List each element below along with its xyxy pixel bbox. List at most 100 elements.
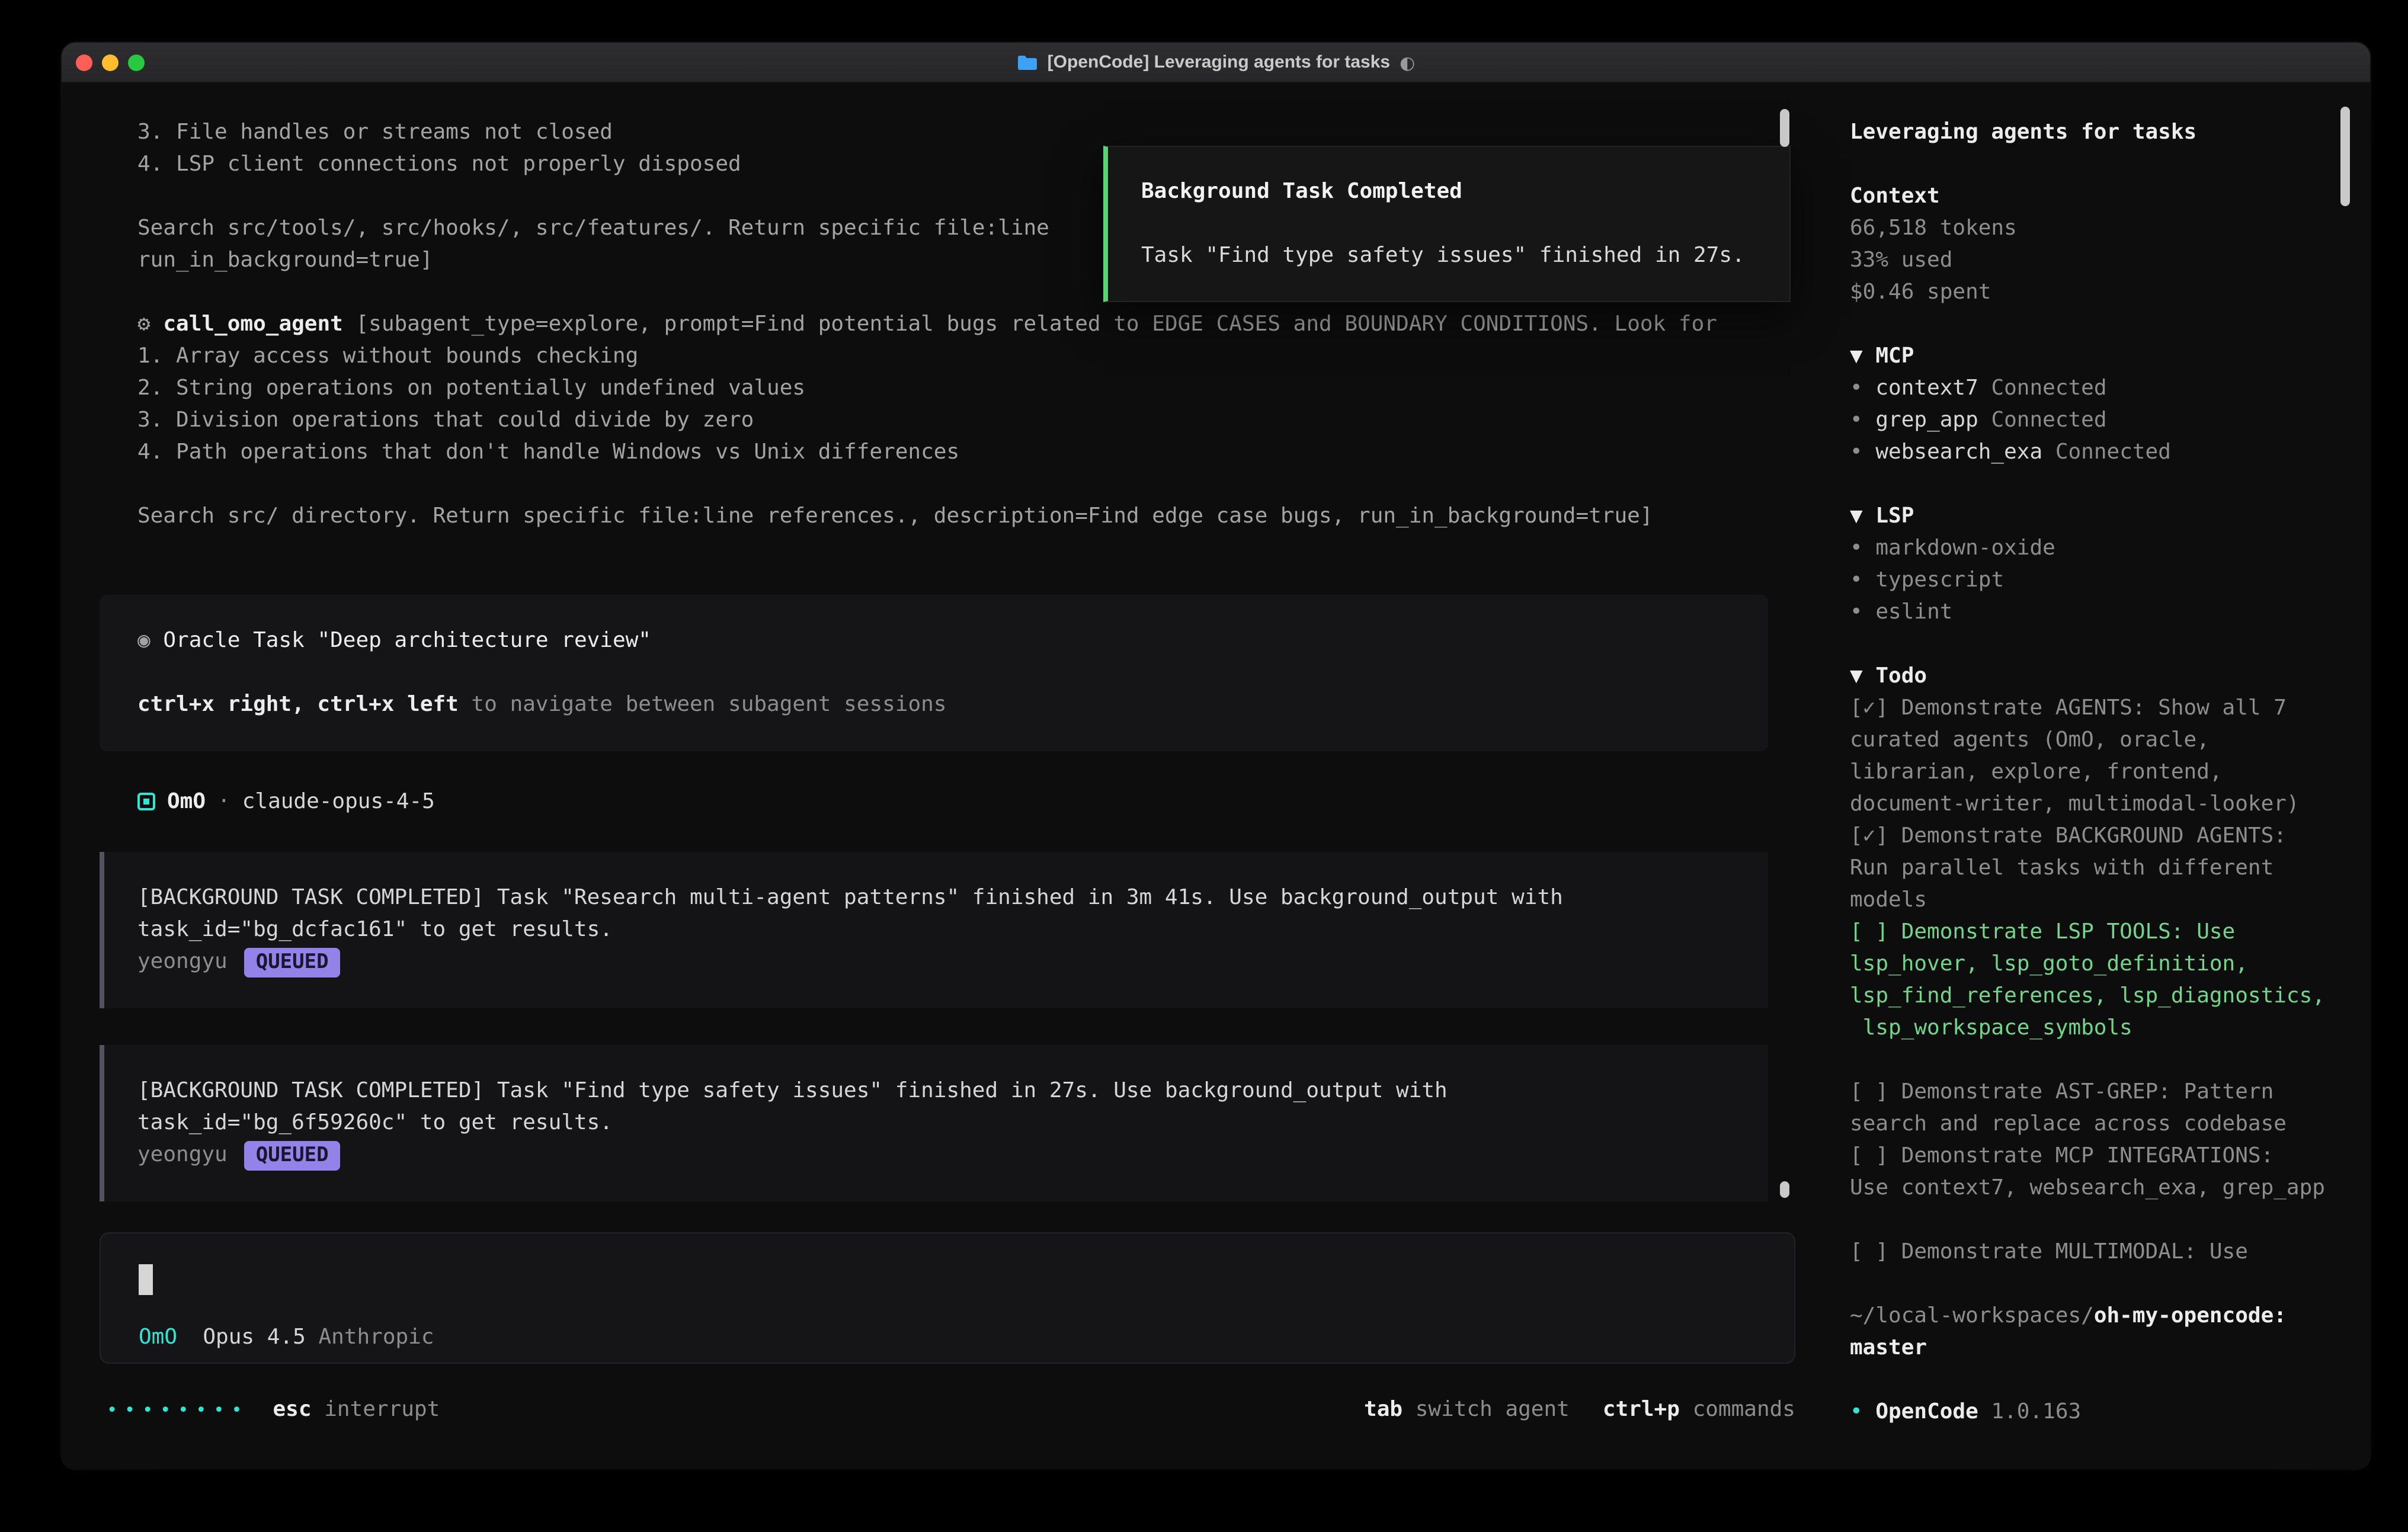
oracle-hint-text: to navigate between subagent sessions xyxy=(459,692,947,717)
background-task-toast: Background Task Completed Task "Find typ… xyxy=(1103,146,1791,302)
terminal-window: [OpenCode] Leveraging agents for tasks ◐… xyxy=(62,43,2370,1469)
scrollback-line: 3. File handles or streams not closed xyxy=(137,116,1717,148)
tool-args: [subagent_type=explore, prompt=Find pote… xyxy=(343,312,1717,336)
input-provider-name: Anthropic xyxy=(306,1325,434,1350)
blank-line xyxy=(1850,148,2348,180)
lsp-name: eslint xyxy=(1875,600,1952,624)
mcp-name: websearch_exa xyxy=(1875,440,2042,464)
todo-done-line: [✓] Demonstrate AGENTS: Show all 7 xyxy=(1850,692,2348,724)
oracle-hint: ctrl+x right, ctrl+x left to navigate be… xyxy=(137,688,1730,720)
mcp-status: Connected xyxy=(1978,408,2107,432)
todo-done-line: Run parallel tasks with different xyxy=(1850,852,2348,884)
bullet-icon: • xyxy=(1850,536,1875,560)
tool-arg-line: Search src/ directory. Return specific f… xyxy=(137,500,1717,532)
collapse-arrow-icon: ▼ xyxy=(1850,664,1875,688)
sidebar-title: Leveraging agents for tasks xyxy=(1850,116,2348,148)
message-line: task_id="bg_dcfac161" to get results. xyxy=(137,914,1735,946)
oracle-hint-keys: ctrl+x right, ctrl+x left xyxy=(137,692,459,717)
bullet-icon: • xyxy=(1850,1399,1875,1424)
status-right: tab switch agentctrl+p commands xyxy=(1364,1393,1795,1425)
context-tokens: 66,518 tokens xyxy=(1850,212,2348,244)
tab-key-label: switch agent xyxy=(1402,1397,1570,1422)
queued-badge: QUEUED xyxy=(244,948,341,977)
todo-pending-line: search and replace across codebase xyxy=(1850,1108,2348,1140)
status-bar: ••••••••esc interrupt tab switch agentct… xyxy=(107,1393,1795,1425)
tab-key-hint: tab xyxy=(1364,1397,1402,1422)
message-line: [BACKGROUND TASK COMPLETED] Task "Resear… xyxy=(137,882,1735,914)
window-title: [OpenCode] Leveraging agents for tasks ◐ xyxy=(1017,52,1416,73)
blank-line xyxy=(1850,1364,2348,1396)
main-scrollbar-thumb-lower[interactable] xyxy=(1780,1181,1789,1198)
traffic-lights xyxy=(76,43,145,83)
mcp-name: grep_app xyxy=(1875,408,1978,432)
mcp-status: Connected xyxy=(1978,376,2107,400)
desktop: [OpenCode] Leveraging agents for tasks ◐… xyxy=(0,0,2408,1532)
message-card: [BACKGROUND TASK COMPLETED] Task "Find t… xyxy=(100,1045,1768,1201)
todo-current-line: lsp_hover, lsp_goto_definition, xyxy=(1850,948,2348,980)
spinner-dots-icon: •••••••• xyxy=(107,1399,249,1421)
message-author: yeongyu xyxy=(137,1142,228,1167)
blank-line xyxy=(137,656,1730,688)
folder-icon xyxy=(1017,54,1038,70)
message-author: yeongyu xyxy=(137,949,228,974)
tool-call-line: ⚙ call_omo_agent [subagent_type=explore,… xyxy=(137,308,1717,340)
lsp-name: typescript xyxy=(1875,568,2004,592)
todo-pending-line: [ ] Demonstrate AST-GREP: Pattern xyxy=(1850,1076,2348,1108)
oracle-task-panel: ◉ Oracle Task "Deep architecture review"… xyxy=(100,595,1768,751)
blank-line xyxy=(137,468,1717,500)
todo-heading: Todo xyxy=(1875,664,1927,688)
workspace-path: ~/local-workspaces/oh-my-opencode: xyxy=(1850,1300,2348,1332)
esc-key-hint: esc xyxy=(273,1397,312,1422)
blank-line xyxy=(1850,1044,2348,1076)
tool-arg-line: 1. Array access without bounds checking xyxy=(137,340,1717,372)
todo-done-line: [✓] Demonstrate BACKGROUND AGENTS: xyxy=(1850,820,2348,852)
message-meta: yeongyuQUEUED xyxy=(137,1139,1735,1171)
lsp-item: • typescript xyxy=(1850,564,2348,596)
opencode-version-number: 1.0.163 xyxy=(1978,1399,2081,1424)
toast-title: Background Task Completed xyxy=(1141,175,1756,207)
sidebar-scrollbar-thumb[interactable] xyxy=(2340,107,2350,206)
bullet-icon: • xyxy=(1850,408,1875,432)
workspace-path-prefix: ~/local-workspaces/ xyxy=(1850,1303,2094,1328)
agent-header: OmO · claude-opus-4-5 xyxy=(137,786,435,818)
mcp-status: Connected xyxy=(2042,440,2171,464)
mcp-name: context7 xyxy=(1875,376,1978,400)
todo-done-line: librarian, explore, frontend, xyxy=(1850,756,2348,788)
main-scrollbar-thumb[interactable] xyxy=(1780,109,1789,147)
blank-line xyxy=(1850,1268,2348,1300)
opencode-name: OpenCode xyxy=(1875,1399,1978,1424)
bullet-icon: • xyxy=(1850,600,1875,624)
zoom-button[interactable] xyxy=(128,55,145,71)
mcp-section-header[interactable]: ▼ MCP xyxy=(1850,340,2348,372)
titlebar[interactable]: [OpenCode] Leveraging agents for tasks ◐ xyxy=(62,43,2370,83)
oracle-title: Oracle Task "Deep architecture review" xyxy=(163,628,651,653)
minimize-button[interactable] xyxy=(102,55,119,71)
status-left: ••••••••esc interrupt xyxy=(107,1393,440,1427)
blank-line xyxy=(1850,1204,2348,1236)
tool-arg-line: 2. String operations on potentially unde… xyxy=(137,372,1717,404)
collapse-arrow-icon: ▼ xyxy=(1850,344,1875,368)
message-line: task_id="bg_6f59260c" to get results. xyxy=(137,1107,1735,1139)
model-row: OmO Opus 4.5 Anthropic xyxy=(139,1321,434,1353)
tool-arg-line: 4. Path operations that don't handle Win… xyxy=(137,436,1717,468)
branch-name: master xyxy=(1850,1332,2348,1364)
mcp-item: • websearch_exa Connected xyxy=(1850,436,2348,468)
message-card: [BACKGROUND TASK COMPLETED] Task "Resear… xyxy=(100,852,1768,1008)
todo-pending-line: Use context7, websearch_exa, grep_app xyxy=(1850,1172,2348,1204)
context-heading: Context xyxy=(1850,180,2348,212)
message-meta: yeongyu QUEUED xyxy=(137,946,1735,977)
todo-done-line: models xyxy=(1850,884,2348,916)
lsp-name: markdown-oxide xyxy=(1875,536,2055,560)
prompt-input[interactable]: OmO Opus 4.5 Anthropic xyxy=(100,1232,1795,1364)
text-cursor xyxy=(139,1264,153,1295)
workspace-repo: oh-my-opencode: xyxy=(2094,1303,2287,1328)
lsp-section-header[interactable]: ▼ LSP xyxy=(1850,500,2348,532)
tool-name: call_omo_agent xyxy=(163,312,342,336)
blank-line xyxy=(1850,628,2348,660)
close-button[interactable] xyxy=(76,55,92,71)
context-used: 33% used xyxy=(1850,244,2348,276)
toast-body: Task "Find type safety issues" finished … xyxy=(1141,239,1756,271)
todo-current-line: [ ] Demonstrate LSP TOOLS: Use xyxy=(1850,916,2348,948)
todo-section-header[interactable]: ▼ Todo xyxy=(1850,660,2348,692)
lsp-item: • markdown-oxide xyxy=(1850,532,2348,564)
